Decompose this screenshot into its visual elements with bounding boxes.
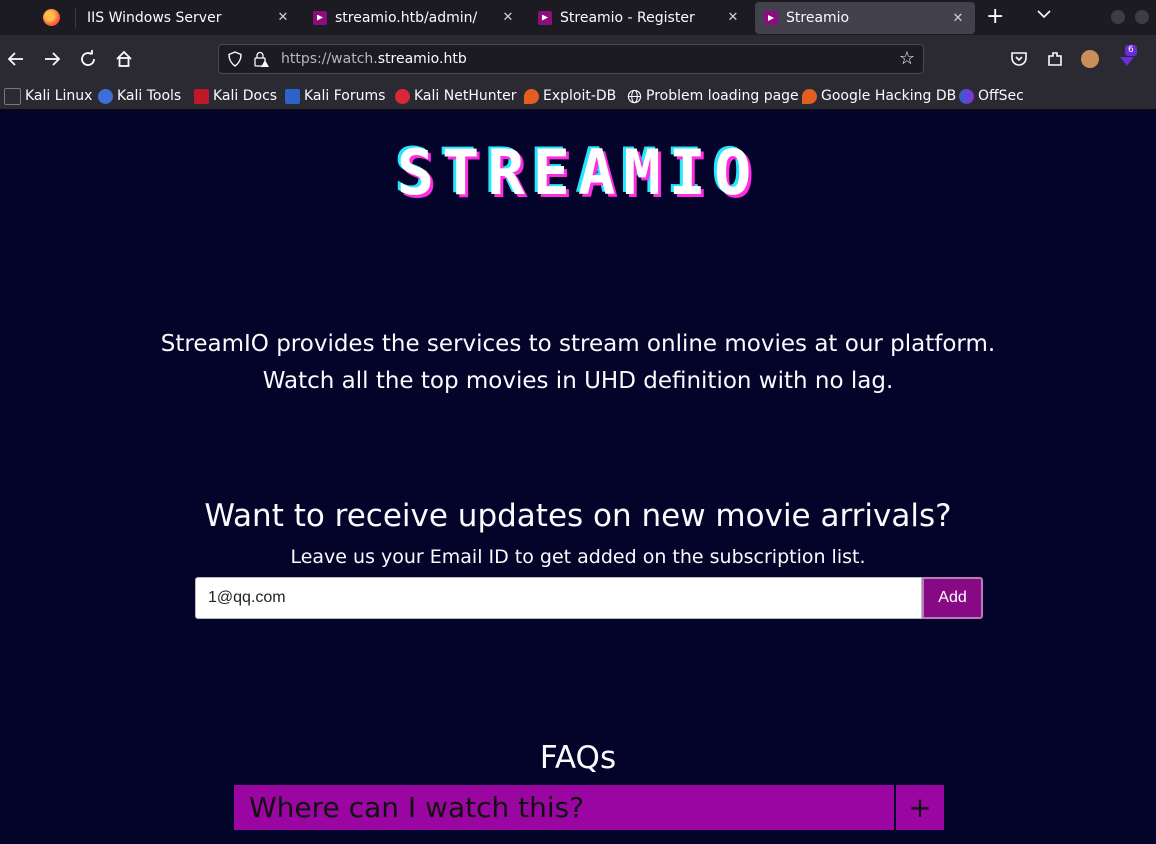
add-button[interactable]: Add (922, 577, 983, 619)
globe-icon (627, 89, 642, 103)
bookmark-kali-nethunter[interactable]: Kali NetHunter (395, 86, 516, 106)
faq-question[interactable]: Where can I watch this? (234, 785, 894, 830)
bookmark-google-hacking-db[interactable]: Google Hacking DB (802, 86, 956, 106)
url-domain: streamio.htb (377, 51, 467, 67)
addon-download-icon[interactable]: 6 (1117, 45, 1137, 69)
close-icon[interactable]: ✕ (724, 10, 742, 25)
streamio-favicon-icon (764, 11, 778, 25)
streamio-logo: STREAMIO (396, 136, 760, 209)
bookmark-label: Kali Tools (117, 88, 182, 104)
extensions-icon[interactable] (1045, 49, 1065, 69)
tab-label: IIS Windows Server (87, 9, 222, 26)
intro-line-1: StreamIO provides the services to stream… (160, 331, 996, 357)
close-icon[interactable]: ✕ (499, 10, 517, 25)
kali-tools-icon (98, 88, 113, 104)
tab-label: Streamio - Register (560, 9, 695, 26)
url-prefix: https://watch. (281, 51, 378, 67)
lock-warning-icon[interactable] (253, 51, 269, 67)
subscribe-description: Leave us your Email ID to get added on t… (290, 546, 866, 568)
exploit-db-icon (524, 88, 539, 104)
tab-iis[interactable]: IIS Windows Server ✕ (75, 0, 300, 35)
tab-streamio[interactable]: Streamio ✕ (755, 2, 975, 34)
bookmark-offsec[interactable]: OffSec (959, 86, 1024, 106)
extension-badge: 6 (1125, 45, 1137, 56)
tab-admin[interactable]: streamio.htb/admin/ ✕ (304, 0, 525, 35)
addon-cookie-icon[interactable] (1081, 50, 1099, 68)
faq-item[interactable]: Where can I watch this? + (234, 785, 944, 830)
email-input[interactable] (195, 577, 922, 619)
bookmarks-toolbar: Kali Linux Kali Tools Kali Docs Kali For… (0, 83, 1156, 110)
url-bar[interactable]: https://watch.streamio.htb ☆ (218, 44, 924, 74)
kali-forums-icon (285, 88, 300, 104)
bookmark-label: OffSec (978, 88, 1024, 104)
nav-bar: https://watch.streamio.htb ☆ 6 (0, 35, 1156, 83)
subscribe-form: Add (195, 577, 983, 619)
ghdb-icon (802, 88, 817, 104)
reload-icon[interactable] (78, 49, 98, 69)
tab-register[interactable]: Streamio - Register ✕ (529, 0, 750, 35)
offsec-icon (959, 88, 974, 104)
bookmark-label: Kali Docs (213, 88, 278, 104)
bookmark-kali-docs[interactable]: Kali Docs (194, 86, 277, 106)
minimize-button[interactable] (1111, 10, 1125, 24)
kali-dragon-icon (4, 87, 21, 105)
tab-bar: IIS Windows Server ✕ streamio.htb/admin/… (0, 0, 1156, 35)
close-icon[interactable]: ✕ (274, 10, 292, 25)
bookmark-kali-tools[interactable]: Kali Tools (98, 86, 181, 106)
bookmark-label: Kali Forums (304, 88, 386, 104)
nethunter-icon (395, 88, 410, 104)
bookmark-label: Kali NetHunter (414, 88, 517, 104)
tab-label: Streamio (786, 10, 850, 26)
streamio-favicon-icon (538, 10, 552, 25)
faq-heading: FAQs (539, 740, 617, 776)
bookmark-star-icon[interactable]: ☆ (899, 49, 915, 69)
faq-expand-button[interactable]: + (896, 785, 944, 830)
bookmark-label: Exploit-DB (543, 88, 617, 104)
firefox-icon[interactable] (43, 9, 60, 26)
shield-icon[interactable] (227, 51, 243, 67)
bookmark-label: Problem loading page (646, 88, 799, 104)
streamio-favicon-icon (313, 10, 327, 25)
page-content: STREAMIO StreamIO provides the services … (0, 110, 1156, 844)
back-icon[interactable] (6, 49, 26, 69)
url-text[interactable]: https://watch.streamio.htb (281, 51, 467, 67)
close-window-button[interactable] (1135, 10, 1149, 24)
bookmark-kali-forums[interactable]: Kali Forums (285, 86, 385, 106)
bookmark-label: Google Hacking DB (821, 88, 957, 104)
tab-label: streamio.htb/admin/ (335, 9, 478, 26)
intro-line-2: Watch all the top movies in UHD definiti… (262, 368, 894, 394)
forward-icon[interactable] (42, 49, 62, 69)
intro-text: StreamIO provides the services to stream… (0, 326, 1156, 400)
new-tab-icon[interactable]: + (986, 6, 1004, 28)
kali-docs-icon (194, 88, 209, 104)
pocket-icon[interactable] (1009, 49, 1029, 69)
bookmark-problem-loading[interactable]: Problem loading page (627, 86, 799, 106)
bookmark-exploit-db[interactable]: Exploit-DB (524, 86, 616, 106)
bookmark-kali-linux[interactable]: Kali Linux (4, 86, 92, 106)
subscribe-heading: Want to receive updates on new movie arr… (204, 498, 952, 534)
close-icon[interactable]: ✕ (949, 11, 967, 26)
chevron-down-icon[interactable] (1037, 7, 1051, 21)
bookmark-label: Kali Linux (25, 88, 93, 104)
home-icon[interactable] (114, 49, 134, 69)
